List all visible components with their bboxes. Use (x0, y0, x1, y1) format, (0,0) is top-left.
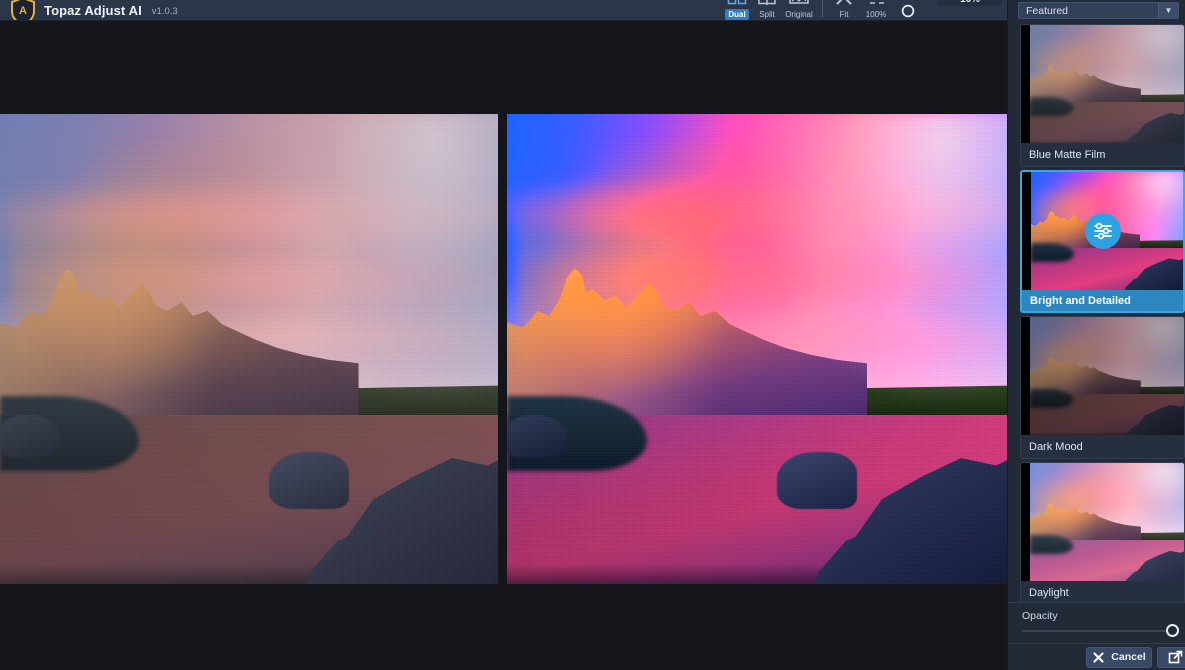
toolbar-divider (822, 0, 823, 17)
app-version: v1.0.3 (151, 6, 178, 17)
preset-card-selected[interactable]: Bright and Detailed (1020, 170, 1185, 313)
apply-button[interactable] (1157, 646, 1185, 668)
apply-export-icon (1168, 650, 1182, 663)
sliders-adjust-icon[interactable] (1084, 213, 1121, 249)
original-view-icon (788, 0, 810, 8)
preset-card[interactable]: Daylight (1020, 462, 1185, 602)
preset-thumbnail (1022, 172, 1183, 290)
processed-image[interactable] (507, 114, 1007, 584)
preset-label: Bright and Detailed (1022, 290, 1183, 311)
app-title: Topaz Adjust AI (44, 2, 142, 18)
image-canvas[interactable] (0, 21, 1007, 670)
zoom-fit-label: Fit (839, 10, 849, 19)
view-mode-original-label: Original (785, 10, 813, 19)
preset-label: Daylight (1021, 581, 1184, 602)
opacity-slider-thumb[interactable] (1166, 624, 1179, 637)
chevron-down-icon[interactable]: ▼ (1158, 3, 1178, 18)
view-mode-split[interactable]: Split (752, 0, 782, 20)
opacity-slider-track[interactable] (1022, 630, 1177, 632)
opacity-label: Opacity (1022, 610, 1058, 622)
preset-thumbnail (1021, 25, 1184, 145)
panel-footer: Cancel (1008, 643, 1185, 670)
view-mode-original[interactable]: Original (782, 0, 816, 20)
zoom-actual-size-label: 100% (865, 10, 887, 19)
view-mode-toolbar: Dual Split Original Fit 100% (722, 0, 923, 20)
actual-size-icon (866, 0, 886, 8)
loupe-circle-icon (900, 2, 916, 20)
split-view-icon (757, 0, 777, 8)
view-mode-dual-label: Dual (725, 9, 749, 20)
zoom-actual-size[interactable]: 100% (859, 0, 893, 20)
view-mode-split-label: Split (759, 10, 775, 19)
preset-category-select[interactable]: Featured ▼ (1018, 2, 1179, 19)
preset-label: Dark Mood (1021, 435, 1184, 458)
original-image[interactable] (0, 114, 498, 584)
zoom-level-value: 16% (960, 0, 980, 5)
svg-text:A: A (19, 5, 27, 17)
preset-label: Blue Matte Film (1021, 143, 1184, 166)
app-brand: A Topaz Adjust AI v1.0.3 (0, 0, 178, 20)
cancel-button-label: Cancel (1111, 651, 1146, 663)
shield-a-logo-icon: A (10, 0, 36, 20)
preset-list[interactable]: Blue Matte Film Bright and Detailed Dark… (1008, 19, 1185, 602)
zoom-fit[interactable]: Fit (829, 0, 859, 20)
preset-card[interactable]: Blue Matte Film (1020, 24, 1185, 167)
preset-card[interactable]: Dark Mood (1020, 316, 1185, 459)
dual-view-icon (727, 0, 747, 8)
view-mode-dual[interactable]: Dual (722, 0, 752, 20)
app-window: A Topaz Adjust AI v1.0.3 Dual Split Orig… (0, 0, 1185, 670)
zoom-level-display[interactable]: 16% (938, 0, 1002, 6)
fit-to-screen-icon (835, 0, 853, 8)
preset-category-value: Featured (1026, 4, 1069, 17)
preset-thumbnail (1021, 317, 1184, 437)
close-x-icon (1093, 651, 1104, 663)
loupe-tool[interactable] (893, 0, 923, 20)
opacity-control[interactable]: Opacity (1008, 602, 1185, 643)
cancel-button[interactable]: Cancel (1086, 646, 1152, 668)
presets-panel: Featured ▼ Blue Matte Film Bright and De… (1007, 0, 1185, 670)
preset-thumbnail (1021, 463, 1184, 583)
